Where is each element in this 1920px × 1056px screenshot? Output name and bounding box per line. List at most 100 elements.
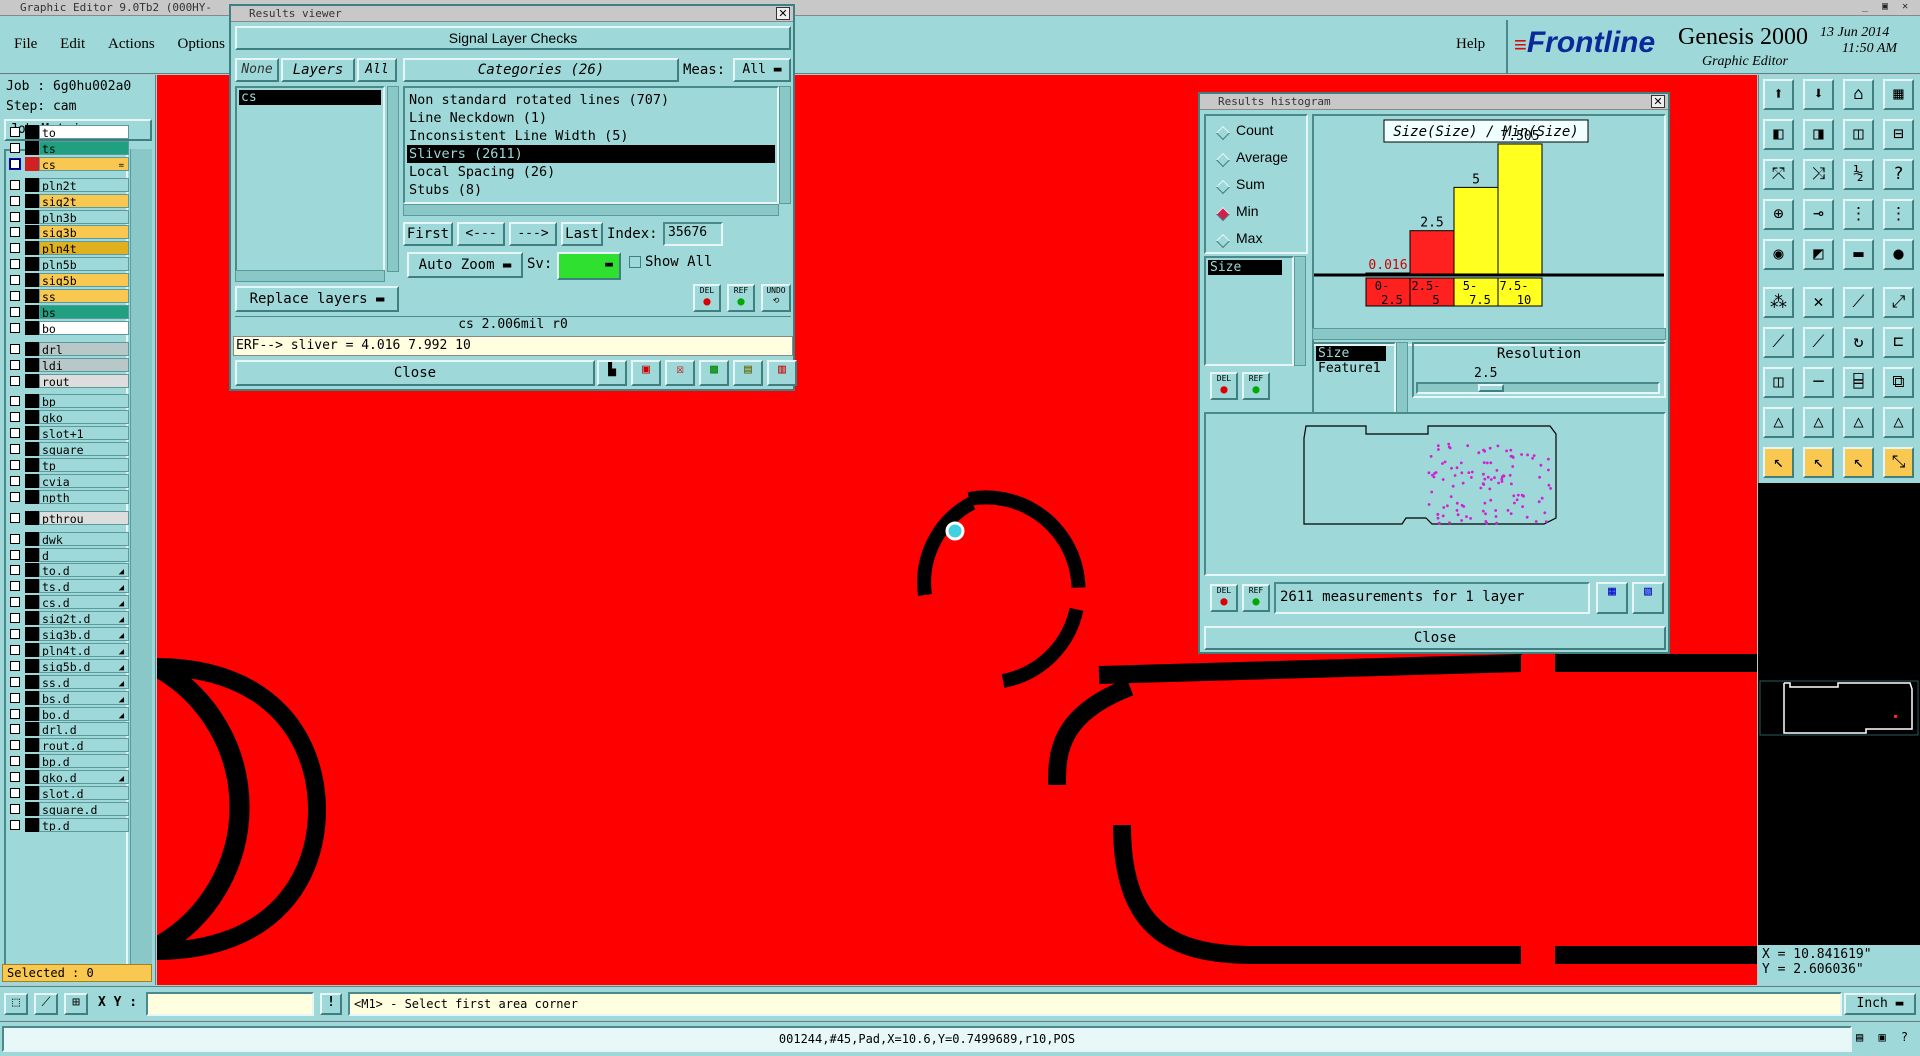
option-label-sum[interactable]: Sum <box>1236 176 1265 192</box>
layer-checkbox[interactable] <box>10 819 20 830</box>
layer-name[interactable]: pln5b <box>39 257 129 272</box>
show-all-checkbox[interactable] <box>629 256 641 268</box>
layer-name[interactable]: drl.d <box>39 722 129 737</box>
layer-row[interactable]: dwk <box>6 531 129 546</box>
layer-row[interactable]: to <box>6 125 129 139</box>
field-item[interactable]: Size <box>1208 260 1282 275</box>
layer-checkbox[interactable] <box>10 460 20 470</box>
layer-checkbox[interactable] <box>10 444 20 455</box>
tool-icon[interactable]: ◧ <box>1763 119 1794 150</box>
menu-options[interactable]: Options <box>178 36 226 52</box>
report-icon-4[interactable]: ▩ <box>699 360 729 386</box>
tool-icon[interactable]: ? <box>1883 159 1914 190</box>
layer-checkbox[interactable] <box>10 412 20 423</box>
tool-icon[interactable]: ● <box>1883 239 1914 270</box>
snap-icon[interactable]: ⬚ <box>4 993 28 1015</box>
grid-icon[interactable]: ⊞ <box>64 993 88 1015</box>
tool-icon[interactable]: ⌂ <box>1843 79 1874 110</box>
layer-row[interactable]: gko.d ◢ <box>6 770 129 785</box>
window-controls[interactable]: _ ▣ ✕ <box>1862 1 1918 15</box>
layer-row[interactable]: npth <box>6 489 129 504</box>
layer-name[interactable]: bo.d ◢ <box>39 706 129 721</box>
menu-edit[interactable]: Edit <box>60 36 85 52</box>
option-radio-sum[interactable] <box>1215 179 1231 195</box>
tool-icon[interactable]: ⌸ <box>1843 367 1874 398</box>
layer-checkbox[interactable] <box>10 613 20 624</box>
layer-name[interactable]: ldi <box>39 357 129 372</box>
layer-row[interactable]: gko <box>6 410 129 425</box>
categories-vscroll[interactable] <box>779 86 791 204</box>
layer-name[interactable]: dwk <box>39 531 129 546</box>
tool-icon[interactable]: ⁂ <box>1763 287 1794 318</box>
results-viewer-titlebar[interactable]: Results viewer <box>231 6 793 22</box>
layer-row[interactable]: drl.d <box>6 722 129 737</box>
meas-select[interactable]: All ▬ <box>733 58 791 82</box>
layer-checkbox[interactable] <box>10 660 20 671</box>
layer-name[interactable]: bo <box>39 320 129 335</box>
layer-checkbox[interactable] <box>10 491 20 502</box>
replace-layers-select[interactable]: Replace layers ▬ <box>235 286 399 312</box>
layer-row[interactable]: bo.d ◢ <box>6 706 129 721</box>
tool-icon[interactable]: ◉ <box>1763 239 1794 270</box>
option-label-max[interactable]: Max <box>1236 230 1262 246</box>
layer-name[interactable]: sig5b.d ◢ <box>39 658 129 673</box>
all-button[interactable]: All <box>357 58 397 82</box>
layer-name[interactable]: pln4t.d ◢ <box>39 642 129 657</box>
layer-name[interactable]: sig2t <box>39 193 129 208</box>
layer-checkbox[interactable] <box>10 375 20 386</box>
layer-row[interactable]: square.d <box>6 801 129 816</box>
measure-icon[interactable]: ⟋ <box>34 993 58 1015</box>
tool-icon[interactable]: ½ <box>1843 159 1874 190</box>
layer-name[interactable]: bs <box>39 304 129 319</box>
layer-name[interactable]: pln4t <box>39 241 129 256</box>
tool-icon[interactable]: ⊸ <box>1803 199 1834 230</box>
tool-icon[interactable]: ⊕ <box>1763 199 1794 230</box>
next-button[interactable]: ---> <box>509 222 557 246</box>
layer-checkbox[interactable] <box>10 740 20 751</box>
layer-checkbox[interactable] <box>10 644 20 655</box>
layer-row[interactable]: sig5b.d ◢ <box>6 658 129 673</box>
layer-row[interactable]: sig3b.d ◢ <box>6 627 129 641</box>
layer-name[interactable]: rout.d <box>39 738 129 753</box>
layer-row[interactable]: cvia <box>6 473 129 488</box>
layer-row[interactable]: sig2t <box>6 193 129 208</box>
tool-icon[interactable]: ⬇ <box>1803 79 1834 110</box>
layer-checkbox[interactable] <box>10 306 20 317</box>
categories-list[interactable]: Non standard rotated lines (707) Line Nec… <box>403 86 779 204</box>
field-list[interactable]: Size <box>1204 256 1294 366</box>
layer-row[interactable]: ts <box>6 140 129 155</box>
layer-row[interactable]: bp <box>6 394 129 409</box>
tool-icon[interactable]: ⋮ <box>1883 199 1914 230</box>
layer-name[interactable]: slot+1 <box>39 426 129 441</box>
layer-result-list[interactable]: cs <box>235 86 385 272</box>
layer-checkbox[interactable] <box>10 629 20 639</box>
tool-icon[interactable]: ▦ <box>1883 79 1914 110</box>
attribute-item-size[interactable]: Size <box>1316 346 1386 361</box>
layer-row[interactable]: bo <box>6 320 129 335</box>
layer-name[interactable]: sig5b <box>39 273 129 288</box>
tool-icon[interactable]: ▬ <box>1843 239 1874 270</box>
category-item[interactable]: Stubs (8) <box>407 181 775 199</box>
categories-hscroll[interactable] <box>403 204 779 216</box>
map-ref-button[interactable]: REF ● <box>1242 584 1270 612</box>
layer-name[interactable]: sig2t.d ◢ <box>39 611 129 626</box>
layer-row[interactable]: drl <box>6 341 129 356</box>
layer-row[interactable]: sig5b <box>6 273 129 288</box>
layer-row[interactable]: rout <box>6 373 129 388</box>
tool-icon[interactable]: ⤢ <box>1883 287 1914 318</box>
alert-icon[interactable]: ! <box>320 993 342 1015</box>
layer-row[interactable]: ts.d ◢ <box>6 579 129 594</box>
field-list-scroll[interactable] <box>1294 256 1306 366</box>
layer-row[interactable]: pthrou <box>6 510 129 525</box>
option-radio-min[interactable] <box>1215 206 1231 222</box>
layer-checkbox[interactable] <box>10 227 20 238</box>
option-radio-max[interactable] <box>1215 233 1231 249</box>
tool-icon[interactable]: ↖ <box>1803 447 1834 478</box>
layer-checkbox[interactable] <box>10 597 20 608</box>
layer-checkbox[interactable] <box>10 692 20 703</box>
layer-row[interactable]: sig2t.d ◢ <box>6 611 129 626</box>
category-item[interactable]: Local Spacing (26) <box>407 163 775 181</box>
layer-checkbox[interactable] <box>10 195 20 206</box>
layer-checkbox[interactable] <box>10 549 20 560</box>
layer-row[interactable]: bs.d ◢ <box>6 690 129 705</box>
